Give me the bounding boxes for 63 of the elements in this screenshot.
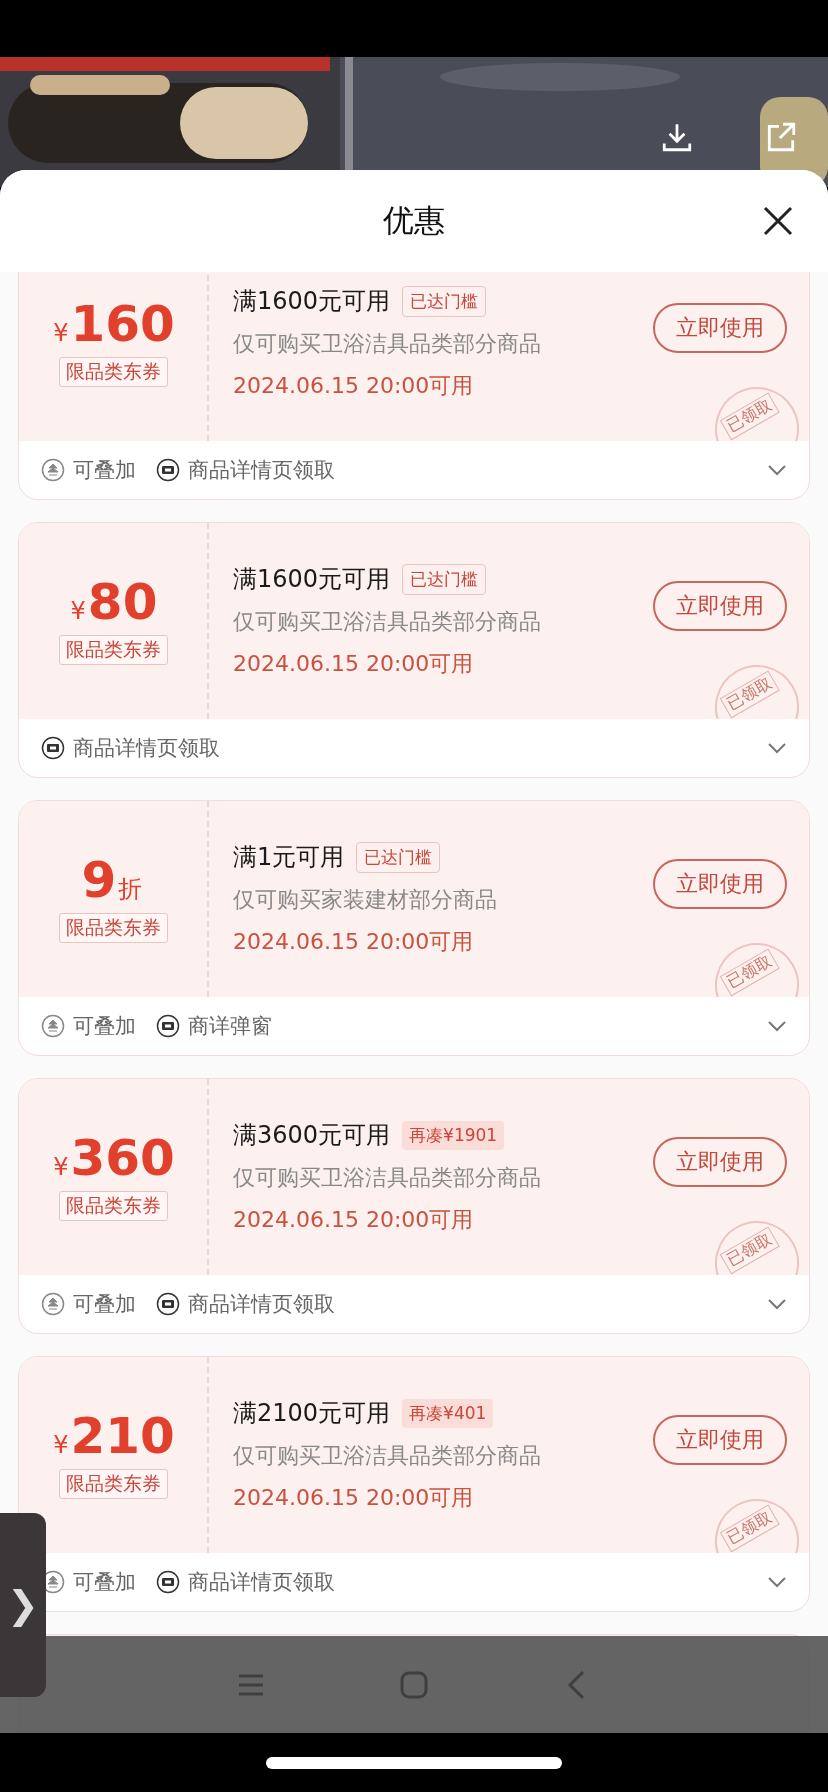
use-now-button[interactable]: 立即使用 bbox=[653, 303, 787, 353]
threshold-tag: 已达门槛 bbox=[402, 285, 487, 317]
ticket-icon bbox=[41, 736, 65, 760]
threshold-tag: 再凑¥401 bbox=[402, 1398, 494, 1428]
threshold-tag: 已达门槛 bbox=[402, 563, 487, 595]
coupon-scope: 仅可购买卫浴洁具品类部分商品 bbox=[233, 1164, 542, 1192]
stack-icon bbox=[41, 1292, 65, 1316]
stack-icon bbox=[41, 1014, 65, 1038]
close-icon bbox=[762, 205, 794, 237]
coupon-time: 2024.06.15 20:00可用 bbox=[233, 1206, 475, 1234]
coupon-scope: 仅可购买卫浴洁具品类部分商品 bbox=[233, 1442, 542, 1470]
threshold-tag: 再凑¥1901 bbox=[402, 1120, 505, 1150]
coupon-note: 商品详情页领取 bbox=[73, 735, 220, 762]
home-indicator[interactable] bbox=[266, 1756, 562, 1769]
coupon-note: 可叠加 bbox=[73, 1569, 136, 1596]
side-tab-arrow: ❯ bbox=[7, 1583, 39, 1627]
coupon-amount: 9 折 bbox=[81, 855, 144, 905]
coupon-type-tag: 限品类东券 bbox=[58, 1191, 168, 1221]
coupon-type-tag: 限品类东券 bbox=[58, 913, 168, 943]
side-tab[interactable]: ❯ bbox=[0, 1513, 46, 1697]
coupon-note: 可叠加 bbox=[73, 457, 136, 484]
coupon-threshold: 满1600元可用 bbox=[233, 564, 391, 595]
coupon-time: 2024.06.15 20:00可用 bbox=[233, 650, 475, 678]
sheet-title: 优惠 bbox=[383, 201, 445, 240]
use-now-button[interactable]: 立即使用 bbox=[653, 1415, 787, 1465]
coupon-amount: ¥80 bbox=[69, 577, 158, 627]
coupon-note: 可叠加 bbox=[73, 1291, 136, 1318]
use-now-button[interactable]: 立即使用 bbox=[653, 859, 787, 909]
chevron-down-icon[interactable] bbox=[767, 1576, 787, 1588]
chevron-down-icon[interactable] bbox=[767, 742, 787, 754]
ticket-icon bbox=[156, 458, 180, 482]
coupon-note: 商品详情页领取 bbox=[188, 457, 335, 484]
coupon-scope: 仅可购买家装建材部分商品 bbox=[233, 886, 498, 914]
ticket-icon bbox=[156, 1292, 180, 1316]
chevron-down-icon[interactable] bbox=[767, 1020, 787, 1032]
coupon-type-tag: 限品类东券 bbox=[58, 635, 168, 665]
coupon-time: 2024.06.15 20:00可用 bbox=[233, 928, 475, 956]
ticket-icon bbox=[156, 1014, 180, 1038]
coupon-type-tag: 限品类东券 bbox=[58, 357, 168, 387]
stack-icon bbox=[41, 458, 65, 482]
coupon-note: 可叠加 bbox=[73, 1013, 136, 1040]
coupon-type-tag: 限品类东券 bbox=[58, 1469, 168, 1499]
close-button[interactable] bbox=[762, 205, 794, 237]
coupon-threshold: 满3600元可用 bbox=[233, 1120, 391, 1151]
coupon-scope: 仅可购买卫浴洁具品类部分商品 bbox=[233, 330, 542, 358]
coupon-threshold: 满1600元可用 bbox=[233, 286, 391, 317]
ticket-icon bbox=[156, 1570, 180, 1594]
coupon-threshold: 满1元可用 bbox=[233, 842, 345, 873]
coupon-note: 商品详情页领取 bbox=[188, 1569, 335, 1596]
threshold-tag: 已达门槛 bbox=[356, 841, 441, 873]
coupon-threshold: 满2100元可用 bbox=[233, 1398, 391, 1429]
coupon-amount: ¥160 bbox=[52, 299, 175, 349]
use-now-button[interactable]: 立即使用 bbox=[653, 581, 787, 631]
coupon-time: 2024.06.15 20:00可用 bbox=[233, 1484, 475, 1512]
coupon-amount: ¥210 bbox=[52, 1411, 175, 1461]
coupon-amount: ¥360 bbox=[52, 1133, 175, 1183]
coupon-note: 商详弹窗 bbox=[188, 1013, 272, 1040]
coupon-time: 2024.06.15 20:00可用 bbox=[233, 372, 475, 400]
coupon-note: 商品详情页领取 bbox=[188, 1291, 335, 1318]
coupon-scope: 仅可购买卫浴洁具品类部分商品 bbox=[233, 608, 542, 636]
use-now-button[interactable]: 立即使用 bbox=[653, 1137, 787, 1187]
chevron-down-icon[interactable] bbox=[767, 1298, 787, 1310]
chevron-down-icon[interactable] bbox=[767, 464, 787, 476]
